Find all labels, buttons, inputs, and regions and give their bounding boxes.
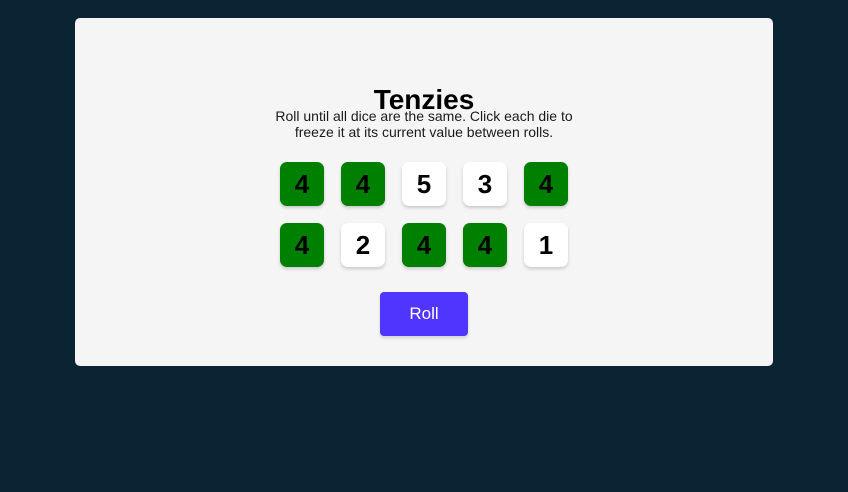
die-4[interactable]: 3 (463, 162, 507, 206)
die-6[interactable]: 4 (280, 223, 324, 267)
die-7[interactable]: 2 (341, 223, 385, 267)
roll-button[interactable]: Roll (380, 292, 468, 336)
die-1[interactable]: 4 (280, 162, 324, 206)
die-10[interactable]: 1 (524, 223, 568, 267)
die-8[interactable]: 4 (402, 223, 446, 267)
game-card: Tenzies Roll until all dice are the same… (75, 18, 773, 366)
die-3[interactable]: 5 (402, 162, 446, 206)
instructions-line-2: freeze it at its current value between r… (294, 124, 554, 140)
dice-grid: 4 4 5 3 4 4 2 4 4 1 (280, 162, 568, 267)
instructions: Roll until all dice are the same. Click … (75, 108, 773, 140)
die-9[interactable]: 4 (463, 223, 507, 267)
die-5[interactable]: 4 (524, 162, 568, 206)
instructions-line-1: Roll until all dice are the same. Click … (275, 108, 573, 124)
die-2[interactable]: 4 (341, 162, 385, 206)
